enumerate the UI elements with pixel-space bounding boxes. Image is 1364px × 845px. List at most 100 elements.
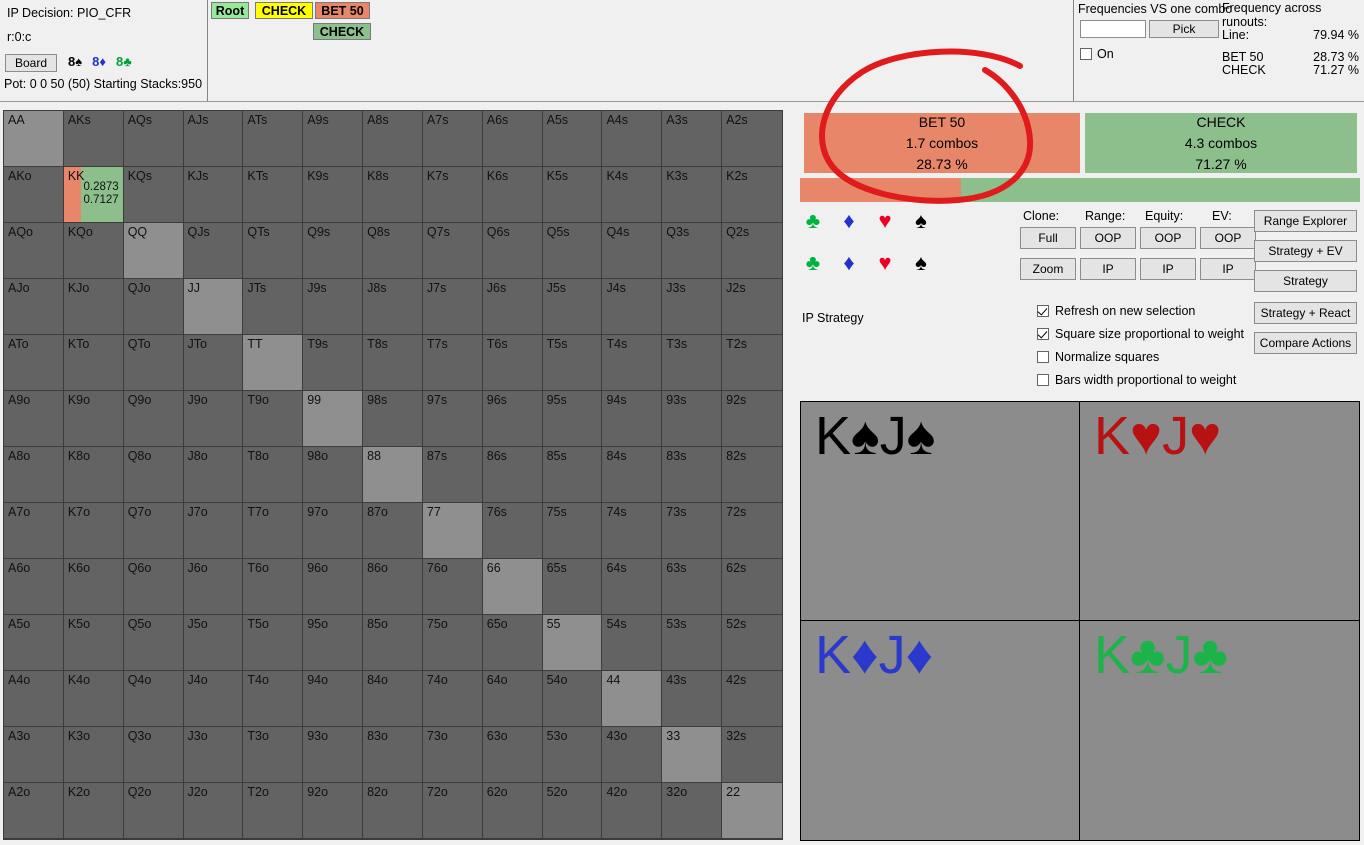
matrix-cell-Q5o[interactable]: Q5o	[123, 615, 184, 671]
matrix-cell-83o[interactable]: 83o	[363, 727, 423, 783]
club-icon[interactable]: ♣	[805, 210, 821, 232]
matrix-cell-95o[interactable]: 95o	[303, 615, 364, 671]
checkbox-box-refresh[interactable]	[1037, 305, 1049, 317]
diamond-icon[interactable]: ♦	[841, 252, 857, 274]
matrix-cell-43o[interactable]: 43o	[602, 727, 663, 783]
matrix-cell-T9o[interactable]: T9o	[243, 391, 304, 447]
tree-node-root[interactable]: Root	[211, 2, 249, 19]
matrix-cell-JTo[interactable]: JTo	[183, 335, 244, 391]
checkbox-box-on[interactable]	[1080, 48, 1092, 60]
matrix-cell-J7s[interactable]: J7s	[422, 279, 483, 335]
range-ip-button[interactable]: IP	[1080, 258, 1136, 280]
matrix-cell-A6o[interactable]: A6o	[4, 559, 64, 615]
matrix-cell-J8s[interactable]: J8s	[363, 279, 423, 335]
matrix-cell-32o[interactable]: 32o	[662, 783, 723, 839]
matrix-cell-83s[interactable]: 83s	[662, 447, 723, 503]
matrix-cell-Q5s[interactable]: Q5s	[542, 223, 603, 279]
matrix-cell-A5o[interactable]: A5o	[4, 615, 64, 671]
matrix-cell-65o[interactable]: 65o	[482, 615, 543, 671]
matrix-cell-54s[interactable]: 54s	[602, 615, 663, 671]
checkbox-box-normalize[interactable]	[1037, 351, 1049, 363]
matrix-cell-K3s[interactable]: K3s	[662, 167, 723, 223]
strategy-button[interactable]: Strategy	[1254, 270, 1357, 292]
matrix-cell-88[interactable]: 88	[363, 447, 423, 503]
matrix-cell-Q3s[interactable]: Q3s	[662, 223, 723, 279]
ev-oop-button[interactable]: OOP	[1200, 227, 1256, 249]
matrix-cell-J5s[interactable]: J5s	[542, 279, 603, 335]
matrix-cell-42o[interactable]: 42o	[602, 783, 663, 839]
combo-cell-3[interactable]: K♦J♦	[801, 621, 1080, 840]
matrix-cell-Q7o[interactable]: Q7o	[123, 503, 184, 559]
matrix-cell-94s[interactable]: 94s	[602, 391, 663, 447]
matrix-cell-52o[interactable]: 52o	[542, 783, 603, 839]
matrix-cell-52s[interactable]: 52s	[722, 615, 782, 671]
matrix-cell-T8s[interactable]: T8s	[363, 335, 423, 391]
matrix-cell-QQ[interactable]: QQ	[123, 223, 184, 279]
matrix-cell-J2o[interactable]: J2o	[183, 783, 244, 839]
suit-filter-grid[interactable]: ♣ ♦ ♥ ♠ ♣ ♦ ♥ ♠	[805, 210, 929, 294]
matrix-cell-54o[interactable]: 54o	[542, 671, 603, 727]
frequency-input[interactable]	[1080, 20, 1146, 38]
matrix-cell-J9o[interactable]: J9o	[183, 391, 244, 447]
matrix-cell-85o[interactable]: 85o	[363, 615, 423, 671]
matrix-cell-AKo[interactable]: AKo	[4, 167, 64, 223]
matrix-cell-JTs[interactable]: JTs	[243, 279, 304, 335]
matrix-cell-92o[interactable]: 92o	[303, 783, 364, 839]
matrix-cell-J3s[interactable]: J3s	[662, 279, 723, 335]
matrix-cell-98o[interactable]: 98o	[303, 447, 364, 503]
matrix-cell-32s[interactable]: 32s	[722, 727, 782, 783]
matrix-cell-A3s[interactable]: A3s	[662, 111, 723, 167]
matrix-cell-Q8o[interactable]: Q8o	[123, 447, 184, 503]
spade-icon[interactable]: ♠	[913, 210, 929, 232]
club-icon[interactable]: ♣	[805, 252, 821, 274]
matrix-cell-96o[interactable]: 96o	[303, 559, 364, 615]
matrix-cell-97s[interactable]: 97s	[422, 391, 483, 447]
matrix-cell-Q6o[interactable]: Q6o	[123, 559, 184, 615]
equity-ip-button[interactable]: IP	[1140, 258, 1196, 280]
matrix-cell-A9s[interactable]: A9s	[303, 111, 364, 167]
combo-breakdown-panel[interactable]: K♠J♠ K♥J♥ K♦J♦ K♣J♣	[800, 401, 1360, 841]
combo-cell-1[interactable]: K♠J♠	[801, 402, 1080, 621]
matrix-cell-T4o[interactable]: T4o	[243, 671, 304, 727]
matrix-cell-T7s[interactable]: T7s	[422, 335, 483, 391]
matrix-cell-T8o[interactable]: T8o	[243, 447, 304, 503]
matrix-cell-J4o[interactable]: J4o	[183, 671, 244, 727]
matrix-cell-KQo[interactable]: KQo	[63, 223, 124, 279]
matrix-cell-72s[interactable]: 72s	[722, 503, 782, 559]
matrix-cell-Q2o[interactable]: Q2o	[123, 783, 184, 839]
matrix-cell-A3o[interactable]: A3o	[4, 727, 64, 783]
pick-button[interactable]: Pick	[1149, 20, 1219, 38]
matrix-cell-97o[interactable]: 97o	[303, 503, 364, 559]
matrix-cell-KTo[interactable]: KTo	[63, 335, 124, 391]
matrix-cell-Q6s[interactable]: Q6s	[482, 223, 543, 279]
matrix-cell-A6s[interactable]: A6s	[482, 111, 543, 167]
matrix-cell-K8o[interactable]: K8o	[63, 447, 124, 503]
matrix-cell-Q8s[interactable]: Q8s	[363, 223, 423, 279]
matrix-cell-87o[interactable]: 87o	[363, 503, 423, 559]
matrix-cell-T2s[interactable]: T2s	[722, 335, 782, 391]
matrix-cell-74s[interactable]: 74s	[602, 503, 663, 559]
matrix-cell-Q2s[interactable]: Q2s	[722, 223, 782, 279]
matrix-cell-T3o[interactable]: T3o	[243, 727, 304, 783]
matrix-cell-K6s[interactable]: K6s	[482, 167, 543, 223]
matrix-cell-AQs[interactable]: AQs	[123, 111, 184, 167]
matrix-cell-J3o[interactable]: J3o	[183, 727, 244, 783]
action-box-check[interactable]: CHECK 4.3 combos 71.27 %	[1085, 113, 1357, 173]
matrix-cell-A7s[interactable]: A7s	[422, 111, 483, 167]
combo-cell-4[interactable]: K♣J♣	[1080, 621, 1359, 840]
matrix-cell-T2o[interactable]: T2o	[243, 783, 304, 839]
checkbox-bars-width-proportional[interactable]: Bars width proportional to weight	[1037, 373, 1236, 387]
board-button[interactable]: Board	[5, 54, 57, 72]
range-oop-button[interactable]: OOP	[1080, 227, 1136, 249]
tree-node-bet-50[interactable]: BET 50	[315, 2, 370, 19]
matrix-cell-K5o[interactable]: K5o	[63, 615, 124, 671]
action-box-bet[interactable]: BET 50 1.7 combos 28.73 %	[804, 113, 1080, 173]
matrix-cell-66[interactable]: 66	[482, 559, 543, 615]
checkbox-normalize-squares[interactable]: Normalize squares	[1037, 350, 1159, 364]
equity-oop-button[interactable]: OOP	[1140, 227, 1196, 249]
matrix-cell-KJo[interactable]: KJo	[63, 279, 124, 335]
matrix-cell-A5s[interactable]: A5s	[542, 111, 603, 167]
matrix-cell-K7o[interactable]: K7o	[63, 503, 124, 559]
matrix-cell-77[interactable]: 77	[422, 503, 483, 559]
matrix-cell-J6s[interactable]: J6s	[482, 279, 543, 335]
